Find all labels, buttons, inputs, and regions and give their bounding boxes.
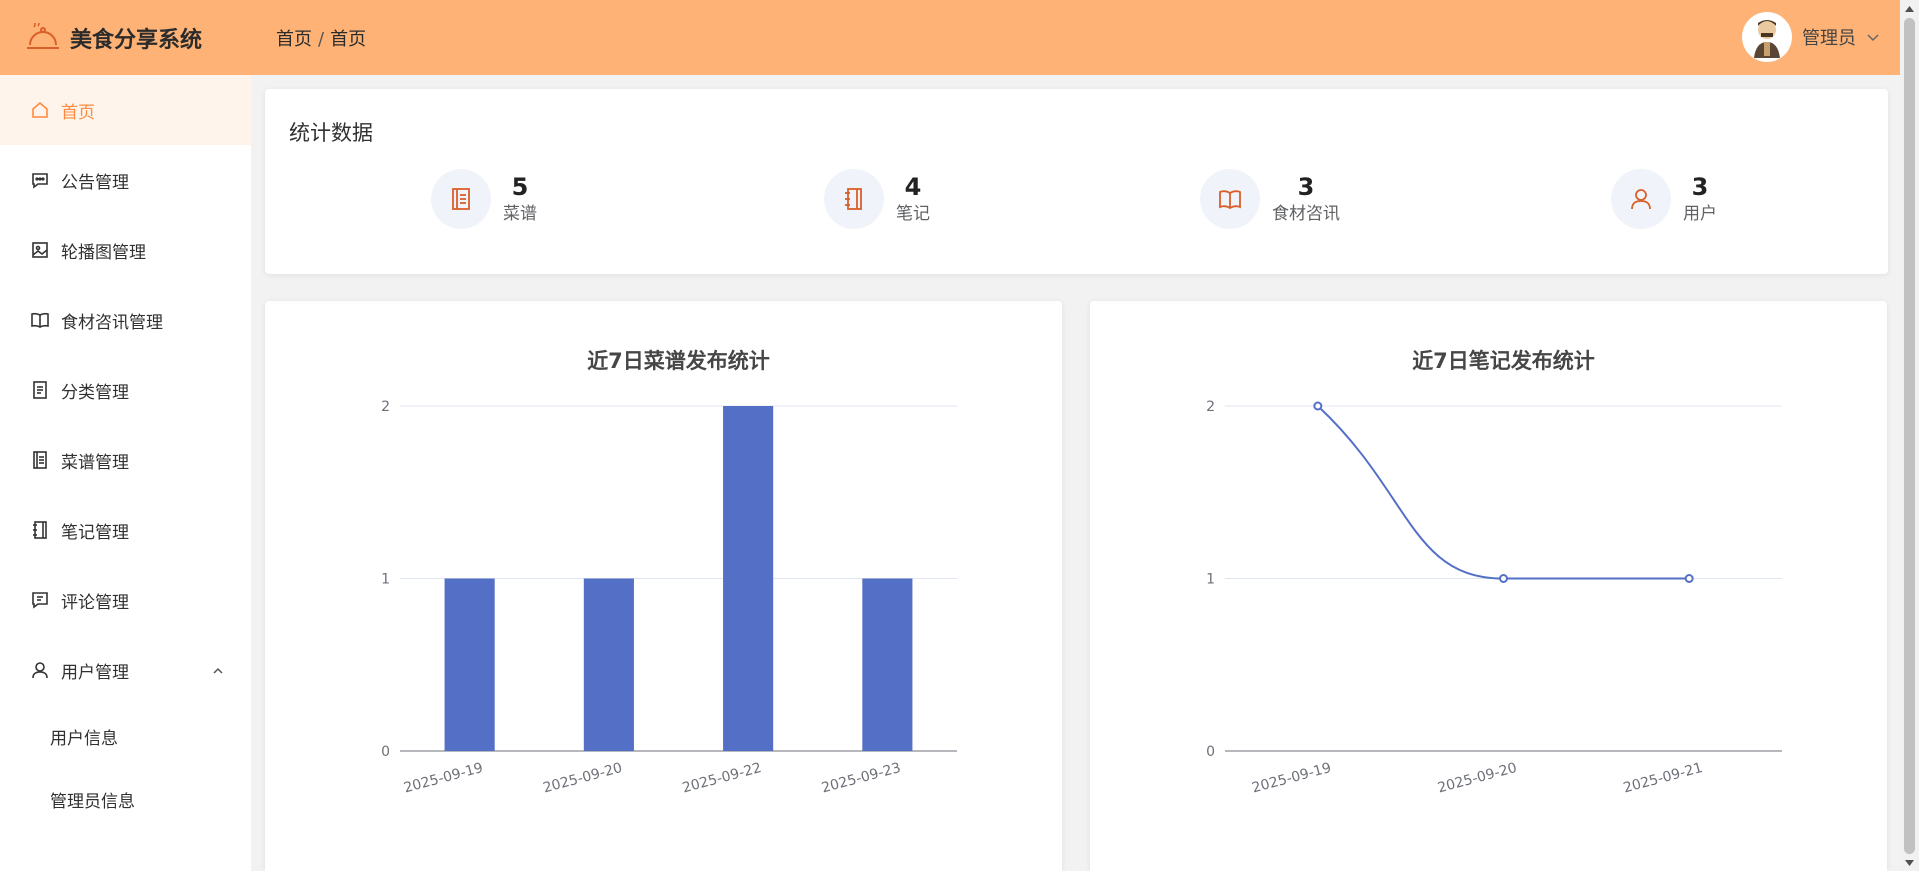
- sidebar-item-comments[interactable]: 评论管理: [0, 565, 251, 635]
- x-tick-label: 2025-09-19: [1250, 760, 1333, 797]
- y-tick-label: 2: [381, 399, 390, 415]
- y-tick-label: 0: [1206, 744, 1215, 760]
- stat-label: 用户: [1683, 204, 1717, 224]
- recipe-icon: [431, 169, 491, 229]
- recipe-bar-chart: 近7日菜谱发布统计 0 1 2 2025-09-19 2025-09-20 2025-09-…: [381, 349, 957, 797]
- sidebar-item-categories[interactable]: 分类管理: [0, 355, 251, 425]
- breadcrumb-current: 首页: [330, 28, 367, 50]
- stat-recipes: 5 菜谱: [431, 169, 537, 229]
- sidebar-item-notes[interactable]: 笔记管理: [0, 495, 251, 565]
- sidebar-item-ingredient-news[interactable]: 食材咨讯管理: [0, 285, 251, 355]
- page-scrollbar[interactable]: [1900, 0, 1919, 871]
- scroll-down-arrow-icon[interactable]: [1900, 854, 1919, 871]
- notebook-spiral-icon: [29, 519, 51, 541]
- dish-cloche-icon: [26, 21, 60, 55]
- notebook-icon: [824, 169, 884, 229]
- sidebar-item-home[interactable]: 首页: [0, 75, 251, 145]
- brand[interactable]: 美食分享系统: [26, 21, 276, 55]
- data-point: [1684, 574, 1694, 583]
- sidebar-item-label: 首页: [61, 102, 95, 123]
- user-icon: [1611, 169, 1671, 229]
- sidebar-item-carousel[interactable]: 轮播图管理: [0, 215, 251, 285]
- top-header: 美食分享系统 首页 / 首页 管理员: [0, 0, 1900, 75]
- stats-title: 统计数据: [289, 121, 373, 145]
- chevron-down-icon[interactable]: [1866, 32, 1880, 42]
- stat-value: 3: [1691, 173, 1709, 201]
- y-tick-label: 1: [381, 572, 390, 588]
- stat-value: 3: [1297, 173, 1315, 201]
- series-line: [1317, 405, 1690, 580]
- document-icon: [29, 379, 51, 401]
- data-point: [1313, 401, 1323, 411]
- user-icon: [29, 659, 51, 681]
- recipe-chart-card: 近7日菜谱发布统计 0 1 2 2025-09-19 2025-09-20 2025-09-…: [265, 301, 1062, 871]
- user-name[interactable]: 管理员: [1802, 24, 1856, 50]
- y-tick-label: 2: [1206, 399, 1215, 415]
- breadcrumb-separator: /: [318, 28, 325, 50]
- scroll-up-arrow-icon[interactable]: [1900, 0, 1919, 17]
- sidebar-item-label: 评论管理: [61, 592, 129, 613]
- picture-icon: [29, 239, 51, 261]
- chevron-up-icon[interactable]: [211, 661, 225, 681]
- sidebar-item-label: 食材咨讯管理: [61, 312, 163, 333]
- stat-label: 笔记: [896, 204, 930, 224]
- scroll-thumb[interactable]: [1904, 18, 1915, 854]
- stats-card: 统计数据 5 菜谱 4 笔记 3 食材咨讯 3 用户: [265, 89, 1888, 274]
- data-point: [1499, 574, 1508, 583]
- sidebar-subitem-label: 用户信息: [50, 729, 118, 749]
- avatar[interactable]: [1742, 12, 1792, 62]
- sidebar-item-user-management[interactable]: 用户管理: [0, 635, 251, 705]
- stat-value: 5: [511, 173, 529, 201]
- bar: [583, 578, 634, 751]
- book-open-icon: [1200, 169, 1260, 229]
- breadcrumb: 首页 / 首页: [276, 25, 366, 51]
- user-menu[interactable]: 管理员: [1742, 12, 1880, 62]
- stat-notes: 4 笔记: [824, 169, 930, 229]
- app-title: 美食分享系统: [70, 27, 203, 53]
- book-open-icon: [29, 309, 51, 331]
- stat-ingredient-news: 3 食材咨讯: [1200, 169, 1340, 229]
- stat-label: 食材咨讯: [1272, 204, 1340, 224]
- sidebar-item-announcements[interactable]: 公告管理: [0, 145, 251, 215]
- notebook-icon: [29, 449, 51, 471]
- stat-users: 3 用户: [1611, 169, 1717, 229]
- comment-icon: [29, 589, 51, 611]
- sidebar-item-label: 分类管理: [61, 382, 129, 403]
- y-tick-label: 1: [1206, 572, 1215, 588]
- sidebar-item-label: 菜谱管理: [61, 452, 129, 473]
- x-tick-label: 2025-09-20: [541, 760, 624, 797]
- x-tick-label: 2025-09-22: [681, 760, 764, 797]
- note-line-chart: 近7日笔记发布统计 0 1 2 2025-09-19 2025-09-20 2025-09-…: [1206, 349, 1782, 797]
- x-tick-label: 2025-09-20: [1436, 760, 1519, 797]
- home-icon: [29, 99, 51, 121]
- x-tick-label: 2025-09-19: [402, 760, 485, 797]
- stat-value: 4: [904, 173, 922, 201]
- sidebar-subitem-label: 管理员信息: [50, 792, 135, 812]
- bar: [723, 406, 774, 751]
- sidebar-item-label: 公告管理: [61, 172, 129, 193]
- sidebar-item-label: 笔记管理: [61, 522, 129, 543]
- sidebar-item-label: 用户管理: [61, 662, 129, 683]
- chart-title: 近7日菜谱发布统计: [587, 349, 770, 373]
- note-chart-card: 近7日笔记发布统计 0 1 2 2025-09-19 2025-09-20 2025-09-…: [1090, 301, 1887, 871]
- sidebar-subitem-admin-info[interactable]: 管理员信息: [0, 768, 251, 831]
- chat-icon: [29, 169, 51, 191]
- breadcrumb-home[interactable]: 首页: [276, 29, 312, 50]
- y-tick-label: 0: [381, 744, 390, 760]
- bar: [444, 578, 495, 751]
- sidebar-item-recipes[interactable]: 菜谱管理: [0, 425, 251, 495]
- sidebar-subitem-user-info[interactable]: 用户信息: [0, 705, 251, 768]
- sidebar-item-label: 轮播图管理: [61, 242, 146, 263]
- x-tick-label: 2025-09-21: [1622, 760, 1705, 797]
- chart-title: 近7日笔记发布统计: [1412, 349, 1595, 373]
- x-tick-label: 2025-09-23: [820, 760, 903, 797]
- stat-label: 菜谱: [503, 204, 537, 224]
- bar: [862, 578, 913, 751]
- sidebar: 首页 公告管理 轮播图管理 食材咨讯管理 分类管理 菜谱管理 笔记管理 评论管理…: [0, 75, 251, 871]
